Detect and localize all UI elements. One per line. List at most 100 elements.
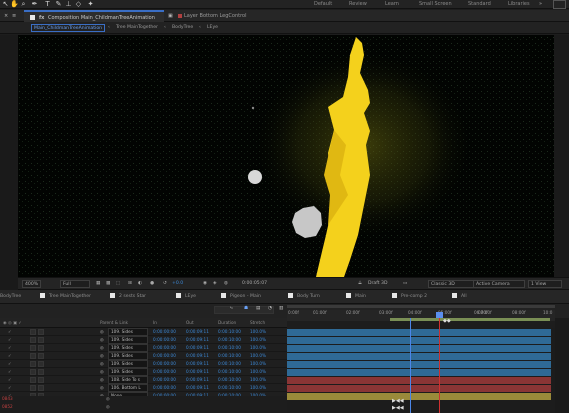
switch-box[interactable]	[30, 337, 36, 343]
duration[interactable]: 0:00:10:00	[218, 345, 241, 351]
out-point[interactable]: 0:00:09:11	[186, 377, 209, 383]
parent-dropdown[interactable]: 108. Side To s	[108, 376, 148, 384]
in-point[interactable]: 0:00:00:00	[153, 369, 176, 375]
switch-box[interactable]	[38, 353, 44, 359]
switch-box[interactable]	[38, 377, 44, 383]
layer-row[interactable]: ✓ ◎ 109. Sides 0:00:00:00 0:00:09:11 0:0…	[0, 352, 287, 360]
switch-box[interactable]	[30, 353, 36, 359]
out-point[interactable]: 0:00:09:11	[186, 329, 209, 335]
eye-icon[interactable]: ✓	[8, 329, 12, 335]
layer-duration-bar[interactable]	[287, 377, 551, 384]
layer-duration-bar[interactable]	[287, 345, 551, 352]
pickwhip-icon[interactable]: ◎	[106, 404, 110, 410]
switch-box[interactable]	[30, 369, 36, 375]
duration[interactable]: 0:00:10:00	[218, 377, 241, 383]
workspace-default[interactable]: Default	[314, 0, 332, 9]
current-time-indicator[interactable]	[439, 312, 440, 413]
column-out[interactable]: Out	[186, 320, 194, 326]
zoom-dropdown[interactable]: 400%	[22, 280, 42, 288]
eye-icon[interactable]: ✓	[8, 353, 12, 359]
layer-duration-bar[interactable]	[287, 337, 551, 344]
lock-icon[interactable]: ▣	[168, 12, 173, 20]
switch-box[interactable]	[38, 361, 44, 367]
layer-duration-bar[interactable]	[287, 353, 551, 360]
pickwhip-icon[interactable]: ◎	[100, 337, 104, 343]
search-help-icon[interactable]	[553, 0, 566, 9]
current-timecode[interactable]: 0:00:05:07	[242, 280, 267, 288]
layer-duration-bar[interactable]	[287, 369, 551, 376]
out-point[interactable]: 0:00:09:11	[186, 369, 209, 375]
stretch[interactable]: 100.0%	[250, 353, 266, 359]
duration[interactable]: 0:00:10:00	[218, 369, 241, 375]
in-point[interactable]: 0:00:00:00	[153, 361, 176, 367]
tab-body-turn[interactable]: Body Turn	[288, 292, 320, 302]
playhead-handle[interactable]	[436, 312, 443, 318]
layer-row[interactable]: ✓ ◎ 109. Sides 0:00:00:00 0:00:09:11 0:0…	[0, 328, 287, 336]
layer-duration-bar[interactable]	[287, 361, 551, 368]
tab-bodytree[interactable]: BodyTree	[0, 292, 21, 302]
layer-duration-bar[interactable]	[287, 329, 551, 336]
tab-all[interactable]: All	[452, 292, 467, 302]
color-management-icon[interactable]: ◐	[138, 280, 142, 288]
keyframe-icon[interactable]: ▶◀◀	[392, 405, 404, 411]
property-value[interactable]: 0843	[2, 396, 13, 402]
eye-icon[interactable]: ✓	[8, 361, 12, 367]
zoom-tool-icon[interactable]: ⌕	[19, 0, 28, 9]
eye-icon[interactable]: ✓	[8, 385, 12, 391]
in-point[interactable]: 0:00:00:00	[153, 377, 176, 383]
breadcrumb-item-main[interactable]: Main_ChildmanTreeAnimation	[31, 24, 106, 32]
tab-leye[interactable]: LEye	[176, 292, 196, 302]
pickwhip-icon[interactable]: ◎	[100, 353, 104, 359]
duration[interactable]: 0:00:10:00	[218, 361, 241, 367]
switch-box[interactable]	[30, 385, 36, 391]
layer-row[interactable]: ✓ ◎ 109. Sides 0:00:00:00 0:00:09:11 0:0…	[0, 360, 287, 368]
out-point[interactable]: 0:00:09:11	[186, 337, 209, 343]
puppet-tool-icon[interactable]: ✦	[86, 0, 95, 9]
stretch[interactable]: 100.0%	[250, 345, 266, 351]
duration[interactable]: 0:00:10:00	[218, 329, 241, 335]
workspace-standard[interactable]: Standard	[468, 0, 491, 9]
layer-tab-label[interactable]: Layer Bottom LegControl	[184, 12, 246, 20]
close-icon[interactable]: ×	[4, 12, 8, 20]
work-area-bar[interactable]	[390, 318, 550, 321]
eraser-tool-icon[interactable]: ◇	[74, 0, 83, 9]
switch-box[interactable]	[30, 329, 36, 335]
menu-icon[interactable]: ≡	[12, 12, 16, 20]
tab-sests-star[interactable]: 2 sests Star	[110, 292, 146, 302]
pickwhip-icon[interactable]: ◎	[100, 385, 104, 391]
hand-tool-icon[interactable]: ✋	[10, 0, 19, 9]
stretch[interactable]: 100.0%	[250, 337, 266, 343]
guides-icon[interactable]: ⊞	[128, 280, 132, 288]
pickwhip-icon[interactable]: ◎	[100, 361, 104, 367]
switch-box[interactable]	[30, 377, 36, 383]
workspace-overflow-icon[interactable]: »	[539, 0, 542, 9]
stretch[interactable]: 100.0%	[250, 361, 266, 367]
pen-tool-icon[interactable]: ✒	[30, 0, 39, 9]
duration[interactable]: 0:00:10:00	[218, 337, 241, 343]
timeline-track-area[interactable]	[287, 328, 555, 413]
workspace-learn[interactable]: Learn	[385, 0, 399, 9]
in-point[interactable]: 0:00:00:00	[153, 353, 176, 359]
stretch[interactable]: 100.0%	[250, 377, 266, 383]
switch-box[interactable]	[30, 345, 36, 351]
in-point[interactable]: 0:00:00:00	[153, 329, 176, 335]
tab-main[interactable]: Main	[346, 292, 366, 302]
exposure-value[interactable]: +0.0	[172, 280, 183, 288]
motion-blur-icon[interactable]: ◔	[268, 305, 272, 313]
resolution-dropdown[interactable]: Full	[60, 280, 90, 288]
parent-dropdown[interactable]: 109. Sides	[108, 336, 148, 344]
switch-box[interactable]	[38, 345, 44, 351]
column-duration[interactable]: Duration	[218, 320, 236, 326]
transparency-grid-icon[interactable]: ▩	[106, 280, 110, 288]
reset-exposure-icon[interactable]: ↺	[163, 280, 167, 288]
layer-row[interactable]: ✓ ◎ 106. Bottom L 0:00:00:00 0:00:09:11 …	[0, 384, 287, 392]
timeline-scrollbar[interactable]	[555, 318, 569, 413]
eye-icon[interactable]: ✓	[8, 345, 12, 351]
tab-precomp2[interactable]: Pre-comp 2	[392, 292, 427, 302]
composition-tab[interactable]: fx Composition Main_ChildmanTreeAnimatio…	[24, 10, 164, 22]
duration[interactable]: 0:00:10:00	[218, 385, 241, 391]
layer-row[interactable]: ✓ ◎ 109. Sides 0:00:00:00 0:00:09:11 0:0…	[0, 344, 287, 352]
layer-duration-bar[interactable]	[287, 393, 551, 400]
workspace-libraries[interactable]: Libraries	[508, 0, 530, 9]
layer-row[interactable]: ✓ ◎ 109. Sides 0:00:00:00 0:00:09:11 0:0…	[0, 336, 287, 344]
